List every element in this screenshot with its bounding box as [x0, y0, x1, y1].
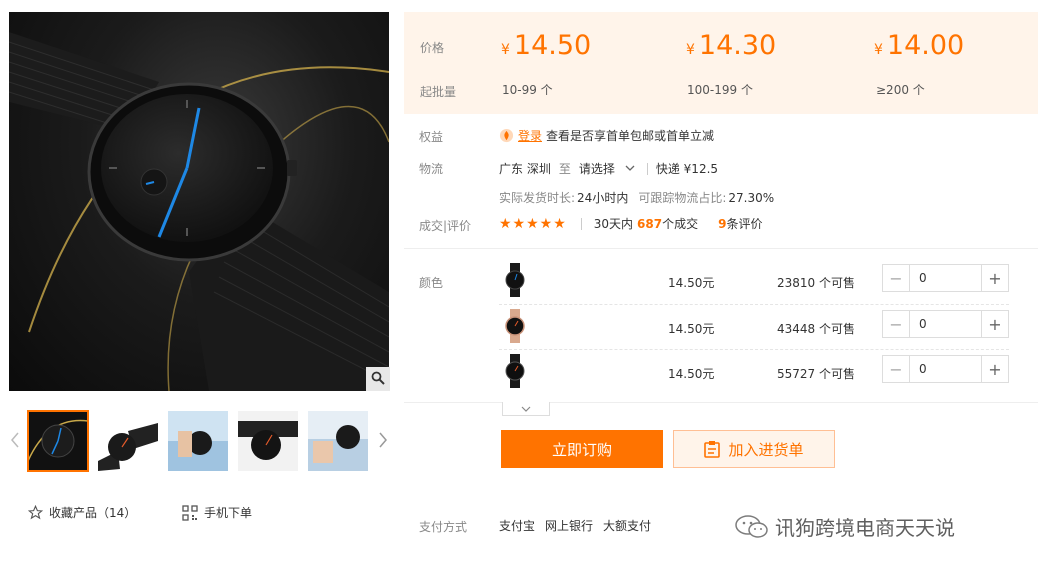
wechat-icon	[735, 514, 769, 540]
thumbnail-carousel	[8, 410, 392, 472]
logistics-label: 物流	[419, 162, 444, 176]
add-to-list-button[interactable]: 加入进货单	[673, 430, 835, 468]
coupon-icon	[499, 128, 514, 143]
shipping-stats-row: 实际发货时长: 24小时内 可跟踪物流占比: 27.30%	[499, 189, 774, 206]
chevron-left-icon	[11, 432, 19, 451]
tier-range-1: 10-99 个	[502, 83, 553, 97]
quantity-stepper: − +	[882, 264, 1009, 292]
sku-stock: 43448 个可售	[777, 322, 855, 336]
chevron-right-icon	[379, 432, 387, 451]
sku-price: 14.50元	[668, 322, 715, 336]
mobile-order-label: 手机下单	[204, 506, 253, 520]
sku-stock: 23810 个可售	[777, 276, 855, 290]
sku-row: 14.50元 55727 个可售 − +	[499, 350, 1009, 394]
quantity-stepper: − +	[882, 310, 1009, 338]
ship-time-value: 24小时内	[577, 191, 629, 205]
reviews-row: ★★★★★ 30天内 687 个成交 9 条评价	[499, 215, 763, 232]
quantity-input[interactable]	[910, 356, 981, 382]
magnifier-icon	[371, 371, 385, 388]
price-panel: 价格 起批量 ¥14.50 ¥14.30 ¥14.00 10-99 个 100-…	[404, 12, 1038, 114]
tier-price-2: ¥14.30	[686, 30, 777, 61]
expand-sku-button[interactable]	[502, 402, 550, 416]
divider	[580, 217, 582, 230]
review-suffix: 条评价	[726, 217, 763, 231]
shipping-to-label: 至	[558, 162, 571, 176]
benefits-text: 查看是否享首单包邮或首单立减	[546, 129, 715, 143]
benefits-row: 登录 查看是否享首单包邮或首单立减	[499, 127, 714, 144]
thumbnail-1[interactable]	[27, 410, 89, 472]
chevron-down-icon	[521, 406, 531, 412]
sku-stock: 55727 个可售	[777, 367, 855, 381]
decrease-button[interactable]: −	[883, 356, 910, 382]
add-to-list-label: 加入进货单	[728, 440, 804, 459]
moq-label: 起批量	[420, 85, 457, 99]
tier-price-1: ¥14.50	[501, 30, 592, 61]
tier-price-3: ¥14.00	[874, 30, 965, 61]
increase-button[interactable]: +	[981, 356, 1008, 382]
thumbnail-4[interactable]	[238, 411, 298, 471]
deals-suffix: 个成交	[662, 217, 699, 231]
thumbnail-3[interactable]	[168, 411, 228, 471]
sku-row: 14.50元 43448 个可售 − +	[499, 305, 1009, 349]
section-divider	[404, 248, 1038, 249]
sku-thumbnail[interactable]	[499, 263, 531, 297]
decrease-button[interactable]: −	[883, 311, 910, 337]
favorite-label: 收藏产品（14）	[49, 506, 137, 520]
payment-methods: 支付宝 网上银行 大额支付	[499, 517, 651, 534]
chevron-down-icon	[625, 165, 635, 172]
sku-thumbnail[interactable]	[499, 354, 531, 388]
shipping-origin: 广东 深圳	[499, 162, 551, 176]
sku-row: 14.50元 23810 个可售 − +	[499, 259, 1009, 303]
carousel-next-button[interactable]	[376, 430, 390, 452]
quantity-stepper: − +	[882, 355, 1009, 383]
section-divider	[404, 402, 1038, 403]
zoom-button[interactable]	[366, 367, 390, 391]
qr-code-icon	[182, 504, 198, 521]
logistics-row: 广东 深圳 至 请选择 快递 ¥12.5	[499, 160, 718, 177]
thumbnail-5[interactable]	[308, 411, 368, 471]
ship-time-label: 实际发货时长:	[499, 191, 576, 205]
trackable-value: 27.30%	[728, 190, 775, 205]
shipping-fee: 快递 ¥12.5	[655, 162, 719, 176]
review-count[interactable]: 9	[718, 217, 726, 231]
increase-button[interactable]: +	[981, 265, 1008, 291]
benefits-label: 权益	[419, 130, 444, 144]
tier-range-2: 100-199 个	[687, 83, 753, 97]
deals-count[interactable]: 687	[637, 217, 662, 231]
increase-button[interactable]: +	[981, 311, 1008, 337]
star-outline-icon	[27, 505, 43, 521]
price-label: 价格	[420, 41, 445, 55]
sku-price: 14.50元	[668, 276, 715, 290]
divider	[646, 162, 648, 175]
carousel-prev-button[interactable]	[8, 430, 22, 452]
login-link[interactable]: 登录	[518, 127, 542, 144]
sku-price: 14.50元	[668, 367, 715, 381]
payment-method-online-bank[interactable]: 网上银行	[545, 517, 593, 534]
clipboard-icon	[704, 440, 721, 458]
star-rating: ★★★★★	[499, 215, 567, 232]
tier-range-3: ≥200 个	[876, 83, 925, 97]
deals-prefix: 30天内	[593, 217, 634, 231]
quantity-input[interactable]	[910, 311, 981, 337]
buy-now-button[interactable]: 立即订购	[501, 430, 663, 468]
trackable-label: 可跟踪物流占比:	[638, 191, 727, 205]
thumbnail-2[interactable]	[98, 411, 158, 471]
quantity-input[interactable]	[910, 265, 981, 291]
destination-select[interactable]: 请选择	[579, 160, 635, 177]
main-product-image[interactable]	[9, 12, 389, 391]
payment-label: 支付方式	[419, 520, 468, 534]
mobile-order-button[interactable]: 手机下单	[182, 504, 252, 521]
payment-method-large-payment[interactable]: 大额支付	[603, 517, 651, 534]
reviews-label: 成交|评价	[419, 219, 472, 233]
watermark: 讯狗跨境电商天天说	[735, 512, 955, 541]
favorite-product-button[interactable]: 收藏产品（14）	[27, 504, 136, 521]
payment-method-alipay[interactable]: 支付宝	[499, 517, 535, 534]
watermark-text: 讯狗跨境电商天天说	[775, 516, 955, 540]
sku-color-label: 颜色	[419, 276, 444, 290]
decrease-button[interactable]: −	[883, 265, 910, 291]
sku-thumbnail[interactable]	[499, 309, 531, 343]
watch-illustration	[9, 32, 389, 391]
